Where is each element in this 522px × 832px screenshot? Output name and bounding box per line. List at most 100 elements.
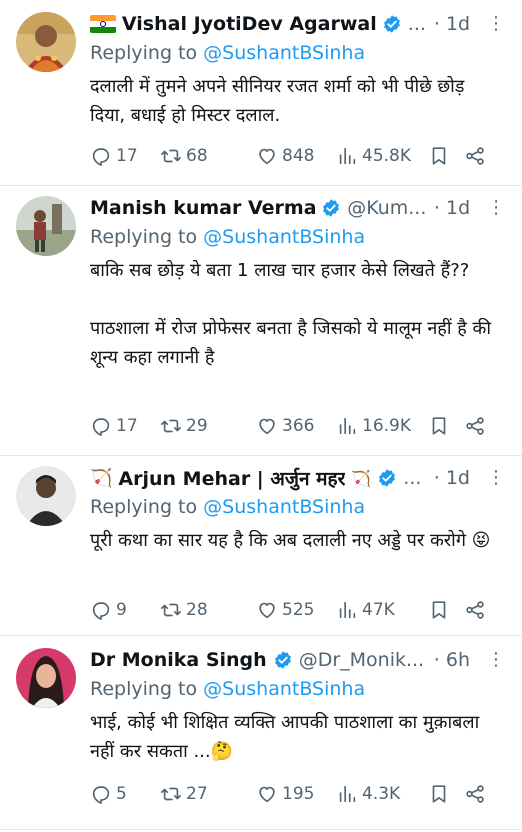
action-bar: 9 28 525 47K (90, 596, 504, 624)
bow-arrow-icon: 🏹 (90, 467, 113, 489)
mention-link[interactable]: @SushantBSinha (203, 678, 365, 700)
handle[interactable]: @Dr_Monik... (299, 649, 424, 671)
share-button[interactable] (464, 599, 486, 621)
tweet-header: Manish kumar Verma @Kum... · 1d ⋮ (90, 192, 508, 224)
action-bar: 17 68 848 45.8K (90, 142, 504, 170)
display-name[interactable]: Vishal JyotiDev Agarwal (122, 13, 376, 35)
handle[interactable]: ... (408, 13, 426, 35)
retweet-button[interactable]: 27 (160, 783, 256, 805)
more-icon[interactable]: ⋮ (484, 651, 508, 669)
like-button[interactable]: 195 (256, 783, 336, 805)
views-button[interactable]: 45.8K (336, 145, 428, 167)
tweet-text: पूरी कथा का सार यह है कि अब दलाली नए अड्… (90, 526, 500, 555)
bookmark-icon (432, 601, 446, 619)
handle[interactable]: @Kum... (347, 197, 426, 219)
timestamp[interactable]: · 1d (426, 467, 470, 489)
tweet[interactable]: Vishal JyotiDev Agarwal ... · 1d ⋮ Reply… (0, 0, 522, 186)
retweet-count: 28 (186, 600, 208, 620)
verified-badge-icon (383, 15, 400, 33)
share-icon (466, 147, 484, 165)
share-button[interactable] (464, 415, 486, 437)
mention-link[interactable]: @SushantBSinha (203, 42, 365, 64)
share-icon (466, 417, 484, 435)
reply-button[interactable]: 9 (90, 599, 160, 621)
like-button[interactable]: 366 (256, 415, 336, 437)
like-button[interactable]: 848 (256, 145, 336, 167)
display-name[interactable]: Manish kumar Verma (90, 197, 315, 219)
views-button[interactable]: 16.9K (336, 415, 428, 437)
like-count: 525 (282, 600, 315, 620)
avatar[interactable] (16, 196, 76, 256)
reply-button[interactable]: 17 (90, 145, 160, 167)
share-icon (466, 785, 484, 803)
tweet[interactable]: Dr Monika Singh @Dr_Monik... · 6h ⋮ Repl… (0, 636, 522, 830)
avatar[interactable] (16, 12, 76, 72)
replying-to-label: Replying to (90, 678, 204, 700)
tweet[interactable]: 🏹 Arjun Mehar | अर्जुन महर 🏹 ... · 1d ⋮ … (0, 456, 522, 636)
view-count: 16.9K (362, 416, 411, 436)
avatar[interactable] (16, 648, 76, 708)
retweet-button[interactable]: 28 (160, 599, 256, 621)
bow-arrow-icon: 🏹 (351, 468, 372, 488)
bookmark-button[interactable] (428, 783, 464, 805)
views-icon (339, 601, 356, 619)
like-button[interactable]: 525 (256, 599, 336, 621)
tweet-text: दलाली में तुमने अपने सीनियर रजत शर्मा को… (90, 72, 500, 130)
bookmark-button[interactable] (428, 415, 464, 437)
handle[interactable]: ... (403, 467, 421, 489)
more-icon[interactable]: ⋮ (484, 199, 508, 217)
heart-icon (259, 786, 275, 803)
retweet-icon (161, 149, 181, 163)
bookmark-button[interactable] (428, 145, 464, 167)
reply-count: 17 (116, 416, 138, 436)
reply-icon (92, 148, 110, 166)
reply-count: 9 (116, 600, 127, 620)
retweet-button[interactable]: 68 (160, 145, 256, 167)
like-count: 848 (282, 146, 315, 166)
reply-button[interactable]: 17 (90, 415, 160, 437)
heart-icon (259, 148, 275, 165)
display-name[interactable]: Arjun Mehar | अर्जुन महर (118, 465, 345, 491)
retweet-button[interactable]: 29 (160, 415, 256, 437)
views-button[interactable]: 4.3K (336, 783, 428, 805)
tweet[interactable]: Manish kumar Verma @Kum... · 1d ⋮ Replyi… (0, 186, 522, 456)
reply-button[interactable]: 5 (90, 783, 160, 805)
tweet-text-content: पूरी कथा का सार यह है कि अब दलाली नए अड्… (90, 530, 491, 551)
replying-to: Replying to @SushantBSinha (90, 42, 365, 64)
heart-icon (259, 418, 275, 435)
retweet-icon (161, 787, 181, 801)
verified-badge-icon (323, 199, 340, 217)
timestamp[interactable]: · 1d (426, 13, 470, 35)
retweet-icon (161, 603, 181, 617)
avatar[interactable] (16, 466, 76, 526)
tweet-header: 🏹 Arjun Mehar | अर्जुन महर 🏹 ... · 1d ⋮ (90, 462, 508, 494)
bookmark-button[interactable] (428, 599, 464, 621)
tweet-header: Dr Monika Singh @Dr_Monik... · 6h ⋮ (90, 644, 508, 676)
view-count: 45.8K (362, 146, 411, 166)
action-bar: 5 27 195 4.3K (90, 780, 504, 808)
like-count: 195 (282, 784, 315, 804)
reply-feed: Vishal JyotiDev Agarwal ... · 1d ⋮ Reply… (0, 0, 522, 832)
retweet-count: 29 (186, 416, 208, 436)
mention-link[interactable]: @SushantBSinha (203, 226, 365, 248)
timestamp[interactable]: · 6h (426, 649, 470, 671)
share-button[interactable] (464, 783, 486, 805)
retweet-count: 68 (186, 146, 208, 166)
views-button[interactable]: 47K (336, 599, 428, 621)
replying-to: Replying to @SushantBSinha (90, 678, 365, 700)
more-icon[interactable]: ⋮ (484, 15, 508, 33)
retweet-icon (161, 419, 181, 433)
tweet-text: बाकि सब छोड़ ये बता 1 लाख चार हजार केसे … (90, 256, 500, 372)
mention-link[interactable]: @SushantBSinha (203, 496, 365, 518)
india-flag-icon (90, 15, 116, 33)
tweet-text-content: बाकि सब छोड़ ये बता 1 लाख चार हजार केसे … (90, 260, 492, 368)
display-name[interactable]: Dr Monika Singh (90, 649, 267, 671)
replying-to-label: Replying to (90, 42, 204, 64)
like-count: 366 (282, 416, 315, 436)
timestamp[interactable]: · 1d (426, 197, 470, 219)
retweet-count: 27 (186, 784, 208, 804)
view-count: 4.3K (362, 784, 401, 804)
bookmark-icon (432, 417, 446, 435)
share-button[interactable] (464, 145, 486, 167)
more-icon[interactable]: ⋮ (484, 469, 508, 487)
